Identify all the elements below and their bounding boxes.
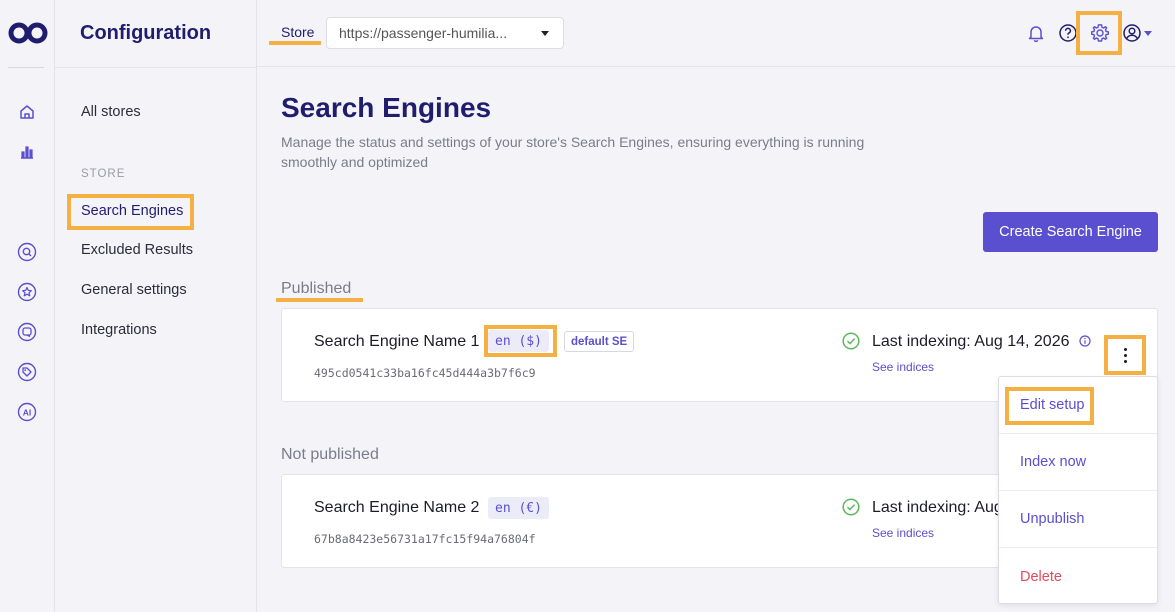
see-indices-link[interactable]: See indices: [872, 526, 934, 540]
last-indexing: Last indexing: Aug 14, 2026: [872, 333, 1070, 351]
icon-rail: AI: [0, 0, 55, 612]
search-engine-id: 67b8a8423e56731a17fc15f94a76804f: [314, 532, 536, 546]
store-label: Store: [281, 24, 315, 40]
store-highlight-underline: [269, 41, 321, 45]
last-indexing-label: Last indexing:: [872, 499, 971, 516]
published-heading: Published: [281, 280, 352, 297]
actions-menu: Edit setup Index now Unpublish Delete: [998, 376, 1158, 604]
help-icon[interactable]: [1058, 23, 1078, 43]
search-icon[interactable]: [17, 242, 37, 262]
sidebar-item-search-engines[interactable]: Search Engines: [81, 203, 183, 219]
gear-icon[interactable]: [1090, 23, 1110, 43]
star-icon[interactable]: [17, 282, 37, 302]
search-engine-name: Search Engine Name 2: [314, 499, 480, 516]
last-indexing-label: Last indexing:: [872, 333, 971, 350]
sidebar-item-general-settings[interactable]: General settings: [81, 282, 187, 298]
menu-item-delete[interactable]: Delete: [999, 548, 1157, 605]
index-now-label: Index now: [1020, 454, 1087, 470]
sidebar-title: Configuration: [80, 22, 212, 44]
page-title: Search Engines: [281, 92, 492, 123]
config-sidebar: Configuration All stores STORE Search En…: [55, 0, 257, 612]
sidebar-item-excluded-results[interactable]: Excluded Results: [81, 242, 193, 258]
see-indices-link[interactable]: See indices: [872, 360, 934, 374]
info-icon[interactable]: [1079, 335, 1091, 347]
account-menu[interactable]: [1122, 23, 1152, 43]
sidebar-divider: [55, 67, 257, 68]
bell-icon[interactable]: [1026, 23, 1046, 43]
store-select[interactable]: https://passenger-humilia...: [326, 17, 564, 49]
sidebar-item-all-stores[interactable]: All stores: [81, 104, 141, 120]
menu-item-unpublish[interactable]: Unpublish: [999, 491, 1157, 548]
sidebar-section-store: STORE: [81, 168, 126, 180]
page-description: Manage the status and settings of your s…: [281, 134, 865, 170]
default-se-badge: default SE: [564, 331, 635, 352]
logo-icon[interactable]: [8, 20, 48, 46]
language-badge: en ($): [488, 330, 549, 352]
more-actions-icon[interactable]: [1110, 340, 1140, 370]
store-select-value: https://passenger-humilia...: [339, 25, 508, 41]
rail-divider: [8, 67, 44, 68]
tag-icon[interactable]: [17, 362, 37, 382]
ai-icon-label: AI: [23, 407, 32, 417]
delete-label: Delete: [1020, 568, 1062, 585]
analytics-icon[interactable]: [17, 142, 37, 162]
chevron-down-icon: [1144, 30, 1152, 36]
published-highlight-underline: [276, 298, 363, 302]
last-indexing-date: Aug 14, 2026: [974, 333, 1070, 350]
check-circle-icon: [842, 498, 860, 516]
create-search-engine-button[interactable]: Create Search Engine: [983, 212, 1158, 252]
ai-icon[interactable]: AI: [17, 402, 37, 422]
user-icon: [1123, 24, 1141, 42]
chevron-down-icon: [541, 31, 549, 36]
chat-icon[interactable]: [17, 322, 37, 342]
last-indexing: Last indexing: Aug: [872, 499, 1003, 517]
language-badge: en (€): [488, 497, 549, 519]
sidebar-item-integrations[interactable]: Integrations: [81, 322, 157, 338]
unpublish-label: Unpublish: [1020, 511, 1085, 527]
check-circle-icon: [842, 332, 860, 350]
search-engine-id: 495cd0541c33ba16fc45d444a3b7f6c9: [314, 366, 536, 380]
not-published-heading: Not published: [281, 446, 379, 463]
top-bar: Store https://passenger-humilia...: [257, 0, 1175, 67]
highlight-edit-setup: [1005, 387, 1094, 425]
home-icon[interactable]: [17, 102, 37, 122]
menu-item-index-now[interactable]: Index now: [999, 434, 1157, 491]
search-engine-name: Search Engine Name 1: [314, 333, 480, 350]
